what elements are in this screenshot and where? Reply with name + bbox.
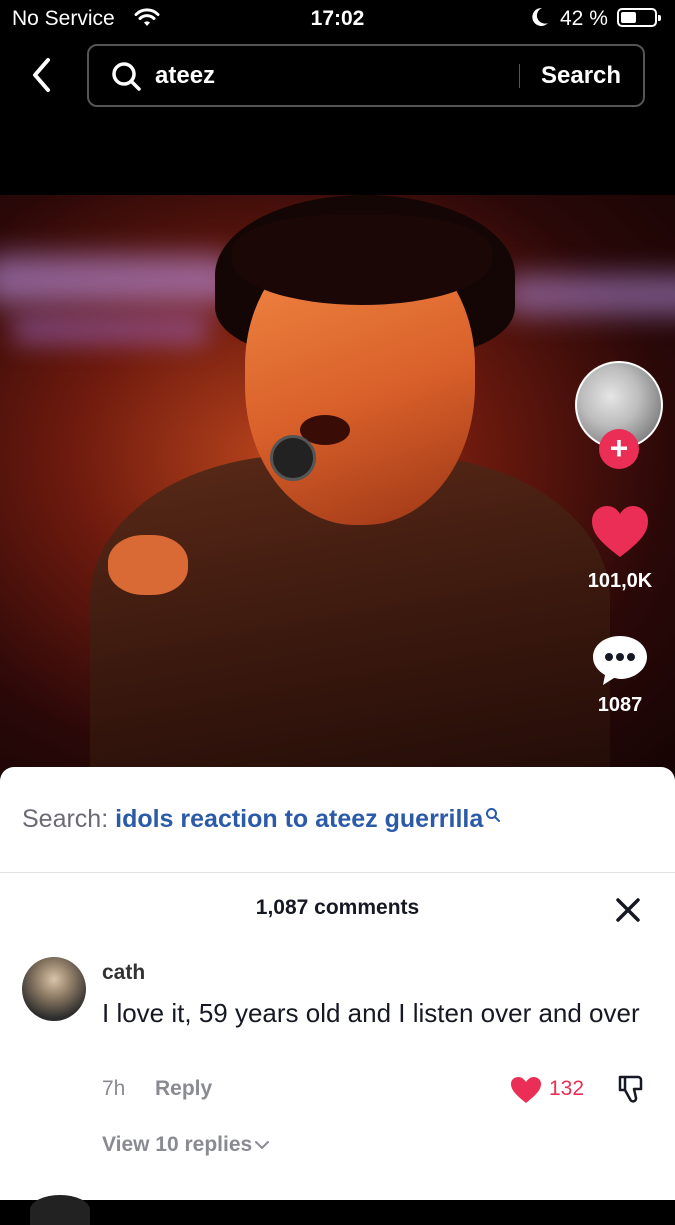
search-query[interactable]: ateez [155,62,215,90]
stage-light [10,315,210,345]
comment-like-count: 132 [549,1077,585,1100]
like-count: 101,0K [587,570,653,592]
comment-text: I love it, 59 years old and I listen ove… [102,998,640,1028]
commenter-avatar[interactable] [22,957,86,1021]
search-icon [485,801,501,830]
comment-count: 1087 [597,694,643,716]
related-search-term[interactable]: idols reaction to ateez guerrilla [115,805,483,833]
back-button[interactable] [24,56,64,96]
related-search[interactable]: Search: idols reaction to ateez guerrill… [22,805,501,834]
commenter-username[interactable]: cath [102,961,145,985]
close-button[interactable] [613,895,643,930]
comment-like-button[interactable] [510,1076,542,1109]
dislike-button[interactable] [616,1073,648,1110]
search-input[interactable]: ateez Search [87,44,645,107]
battery-icon [617,8,661,27]
chevron-down-icon [255,1141,270,1150]
view-replies-label: View 10 replies [102,1133,253,1156]
reply-button[interactable]: Reply [155,1077,212,1101]
view-replies-link[interactable]: View 10 replies [102,1133,270,1157]
follow-button[interactable]: + [599,429,639,469]
thumbs-down-icon [618,1075,643,1103]
search-divider [519,64,520,88]
video-player[interactable] [0,195,675,775]
comment-time: 7h [102,1077,126,1100]
performer-fringe [232,215,492,305]
do-not-disturb-icon [530,6,550,34]
close-icon [616,898,640,922]
divider [0,872,675,873]
battery-percent: 42 % [560,7,608,30]
search-icon [111,61,143,98]
related-search-label: Search: [22,805,109,833]
status-bar: No Service 17:02 42 % [0,0,675,38]
chevron-left-icon [33,58,50,92]
search-button[interactable]: Search [541,62,621,90]
stage-light [500,275,675,315]
heart-icon [592,506,648,557]
heart-icon [511,1077,541,1103]
comments-sheet: Search: idols reaction to ateez guerrill… [0,767,675,1225]
comment-bubble-icon [593,636,647,685]
comment-button[interactable] [591,634,649,691]
headset-mic [270,435,316,481]
performer-hand [108,535,188,595]
like-button[interactable] [590,505,650,564]
stage-light [0,255,240,305]
comments-count-title: 1,087 comments [255,896,420,919]
